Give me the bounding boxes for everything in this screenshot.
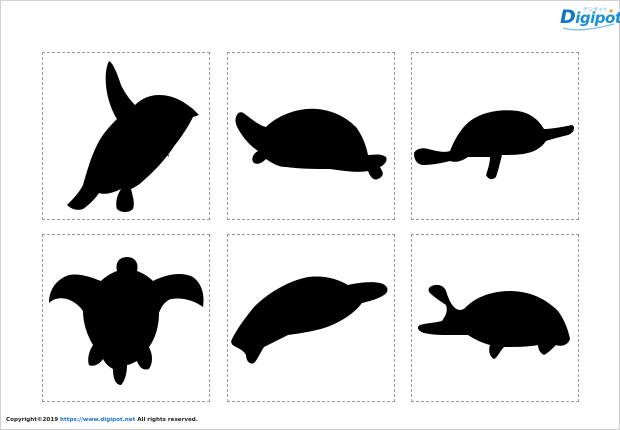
panel-6 xyxy=(411,234,579,402)
panel-3 xyxy=(411,52,579,220)
turtle-walking-silhouette xyxy=(414,110,575,180)
panel-1 xyxy=(42,52,210,220)
logo-tagline: デジポット xyxy=(583,7,609,13)
rights-text: All rights reserved. xyxy=(135,417,198,423)
panel-5 xyxy=(227,234,395,402)
turtle-side-view-silhouette xyxy=(235,108,387,180)
turtle-neck-raised-silhouette xyxy=(417,284,570,359)
copyright-footer: Copyright©2019 https://www.digipot.net A… xyxy=(6,417,198,423)
sea-turtle-top-view-silhouette xyxy=(49,257,204,385)
panel-2 xyxy=(227,52,395,220)
sea-turtle-swimming-silhouette xyxy=(231,276,388,364)
digipot-url-link[interactable]: https://www.digipot.net xyxy=(60,417,135,423)
sea-turtle-swimming-up-silhouette xyxy=(67,61,199,212)
panel-4 xyxy=(42,234,210,402)
digipot-logo: Digipot デジポット xyxy=(560,6,620,32)
copyright-text: Copyright©2019 xyxy=(6,417,61,423)
